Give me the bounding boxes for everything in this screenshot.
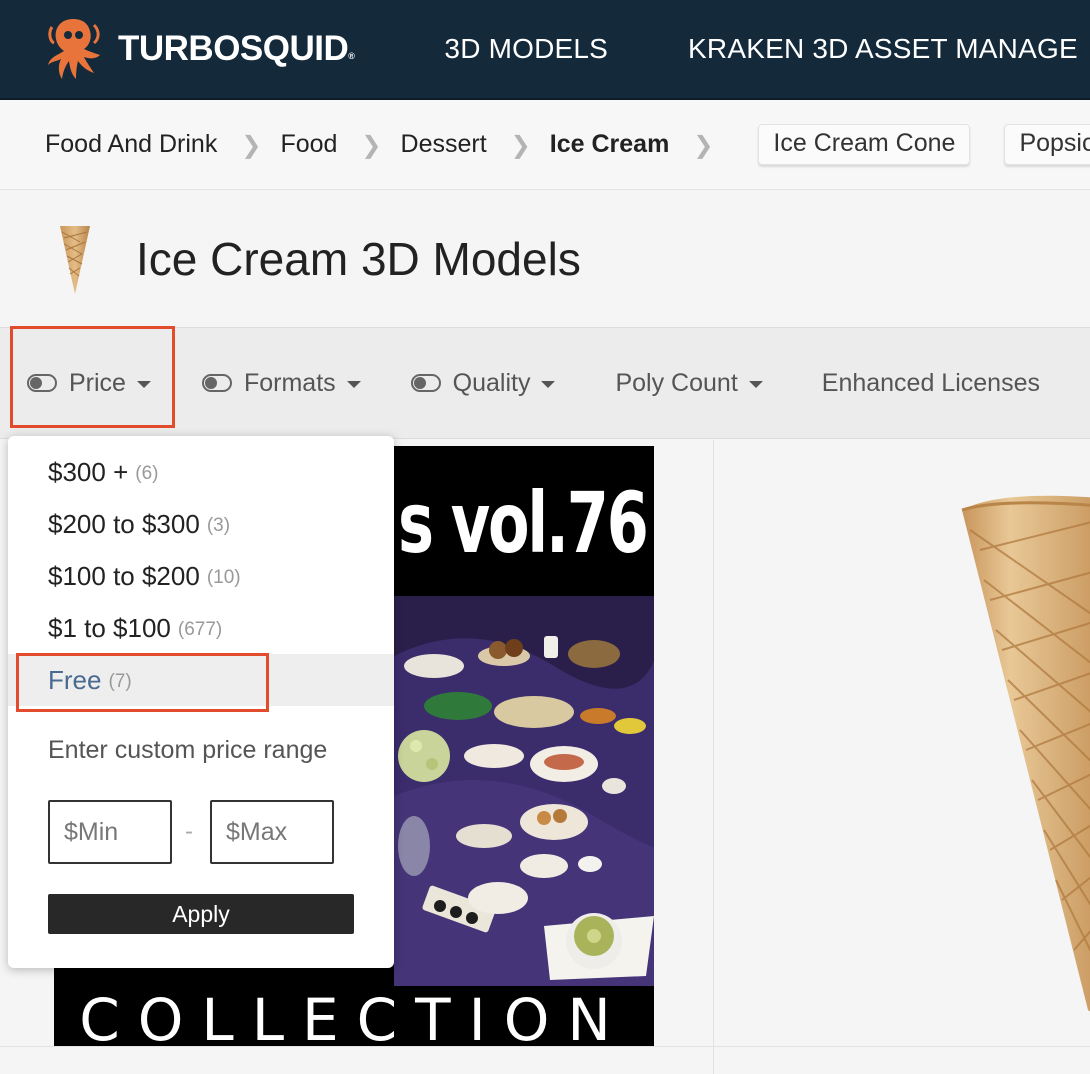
option-count: (3) bbox=[206, 515, 231, 536]
ice-cream-cone-icon bbox=[60, 226, 90, 294]
price-option-200-300[interactable]: $200 to $300 (3) bbox=[8, 498, 394, 550]
related-popsicle[interactable]: Popsicle bbox=[1004, 124, 1090, 165]
option-label: $200 to $300 bbox=[48, 508, 200, 539]
option-count: (6) bbox=[135, 463, 159, 484]
breadcrumb-ice-cream: Ice Cream bbox=[549, 130, 670, 158]
max-price-input[interactable] bbox=[210, 800, 334, 864]
filter-formats-label: Formats bbox=[243, 368, 336, 397]
price-option-1-100[interactable]: $1 to $100 (677) bbox=[8, 602, 394, 654]
grid-divider bbox=[0, 1046, 1090, 1047]
grid-divider bbox=[713, 440, 714, 1074]
custom-price-label: Enter custom price range bbox=[48, 736, 328, 764]
chevron-right-icon: ❯ bbox=[510, 130, 531, 159]
toggle-icon[interactable] bbox=[27, 374, 57, 392]
chevron-right-icon: ❯ bbox=[361, 130, 382, 159]
option-count: (10) bbox=[206, 567, 241, 588]
filter-bar: Price Formats Quality Poly Count Enhance… bbox=[0, 327, 1090, 439]
price-option-free[interactable]: Free (7) bbox=[8, 654, 394, 706]
caret-down-icon bbox=[541, 381, 556, 388]
chevron-right-icon: ❯ bbox=[693, 130, 714, 159]
option-label: $1 to $100 bbox=[48, 612, 171, 643]
price-dropdown-menu: $300 + (6) $200 to $300 (3) $100 to $200… bbox=[8, 436, 394, 968]
filter-poly-count[interactable]: Poly Count bbox=[615, 368, 763, 398]
apply-button[interactable]: Apply bbox=[48, 894, 354, 934]
turbosquid-logo[interactable]: TURBOSQUID® bbox=[42, 0, 355, 98]
filter-price-label: Price bbox=[69, 368, 126, 397]
option-count: (677) bbox=[177, 619, 223, 640]
poster-headline: s vol.76 bbox=[398, 474, 649, 572]
option-count: (7) bbox=[108, 671, 132, 692]
chevron-right-icon: ❯ bbox=[241, 130, 262, 159]
filter-poly-count-label: Poly Count bbox=[615, 368, 738, 397]
filter-quality[interactable]: Quality bbox=[410, 368, 556, 398]
caret-down-icon bbox=[346, 381, 361, 388]
page-title: Ice Cream 3D Models bbox=[136, 233, 581, 285]
filter-formats[interactable]: Formats bbox=[201, 368, 361, 398]
caret-down-icon bbox=[748, 381, 763, 388]
nav-3d-models[interactable]: 3D MODELS bbox=[404, 33, 648, 65]
squid-logo-icon bbox=[48, 19, 100, 79]
site-header: TURBOSQUID® 3D MODELS KRAKEN 3D ASSET MA… bbox=[0, 0, 1090, 100]
price-option-100-200[interactable]: $100 to $200 (10) bbox=[8, 550, 394, 602]
logo-wordmark: TURBOSQUID® bbox=[118, 29, 355, 68]
ice-cream-cone-product-image[interactable] bbox=[960, 490, 1090, 1020]
option-label: $300 + bbox=[48, 456, 129, 487]
min-price-input[interactable] bbox=[48, 800, 172, 864]
breadcrumb-food-and-drink[interactable]: Food And Drink bbox=[45, 130, 217, 159]
option-label: $100 to $200 bbox=[48, 560, 200, 591]
nav-kraken-asset-manager[interactable]: KRAKEN 3D ASSET MANAGE bbox=[648, 33, 1090, 65]
toggle-icon[interactable] bbox=[201, 374, 232, 392]
option-label: Free bbox=[48, 664, 102, 695]
breadcrumb-food[interactable]: Food bbox=[280, 130, 337, 159]
caret-down-icon bbox=[136, 381, 151, 388]
price-option-300-plus[interactable]: $300 + (6) bbox=[8, 446, 394, 498]
filter-quality-label: Quality bbox=[452, 368, 531, 397]
poster-footer: COLLECTION bbox=[79, 986, 629, 1046]
related-ice-cream-cone[interactable]: Ice Cream Cone bbox=[758, 124, 971, 165]
filter-price[interactable]: Price bbox=[27, 369, 151, 398]
breadcrumb-dessert[interactable]: Dessert bbox=[401, 130, 487, 159]
toggle-icon[interactable] bbox=[410, 374, 441, 392]
page-header: Ice Cream 3D Models bbox=[0, 191, 1090, 327]
filter-enhanced-licenses[interactable]: Enhanced Licenses bbox=[822, 369, 1040, 398]
filter-enhanced-licenses-label: Enhanced Licenses bbox=[821, 368, 1040, 397]
range-separator: - bbox=[185, 818, 193, 845]
breadcrumb: Food And Drink ❯ Food ❯ Dessert ❯ Ice Cr… bbox=[0, 100, 1090, 190]
food-scene-image bbox=[394, 596, 654, 986]
